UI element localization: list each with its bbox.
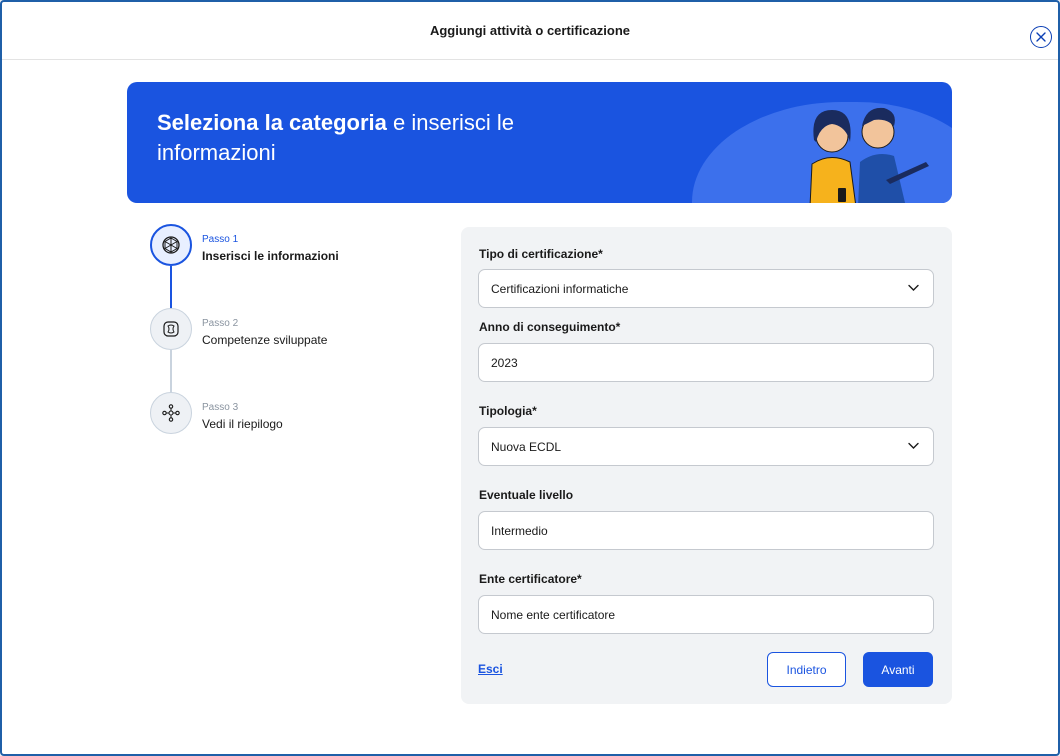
level-input[interactable]: Intermedio	[478, 511, 934, 550]
typology-select[interactable]: Nuova ECDL	[478, 427, 934, 466]
step-3-label: Vedi il riepilogo	[202, 417, 283, 431]
step-1-number: Passo 1	[202, 234, 239, 245]
year-value: 2023	[491, 355, 518, 370]
network-icon	[162, 404, 180, 422]
step-3-text: Passo 3 Vedi il riepilogo	[202, 402, 283, 431]
step-1-label: Inserisci le informazioni	[202, 249, 339, 263]
step-1-text: Passo 1 Inserisci le informazioni	[202, 234, 339, 263]
back-button[interactable]: Indietro	[767, 652, 846, 687]
modal-dialog: Aggiungi attività o certificazione Selez…	[0, 0, 1060, 756]
step-2[interactable]: Passo 2 Competenze sviluppate	[150, 308, 410, 354]
modal-title: Aggiungi attività o certificazione	[429, 23, 631, 38]
certification-type-label: Tipo di certificazione*	[479, 247, 603, 261]
year-label: Anno di conseguimento*	[479, 320, 621, 334]
step-2-text: Passo 2 Competenze sviluppate	[202, 318, 327, 347]
close-button[interactable]	[1030, 26, 1052, 48]
chevron-down-icon	[908, 284, 919, 291]
step-connector-2	[170, 350, 172, 394]
step-connector-1	[170, 266, 172, 310]
year-input[interactable]: 2023	[478, 343, 934, 382]
certifier-input[interactable]: Nome ente certificatore	[478, 595, 934, 634]
step-3-circle	[150, 392, 192, 434]
close-icon	[1036, 32, 1046, 42]
certifier-value: Nome ente certificatore	[491, 607, 616, 622]
people-illustration	[809, 107, 929, 203]
level-value: Intermedio	[491, 523, 548, 538]
cube-icon	[162, 236, 180, 254]
step-3-number: Passo 3	[202, 402, 239, 413]
step-2-label: Competenze sviluppate	[202, 333, 328, 347]
header-banner: Seleziona la categoria e inserisci le in…	[127, 82, 952, 203]
typology-value: Nuova ECDL	[491, 439, 562, 454]
skills-icon	[163, 321, 179, 337]
chevron-down-icon	[908, 442, 919, 449]
next-button[interactable]: Avanti	[863, 652, 933, 687]
form-panel: Tipo di certificazione* Certificazioni i…	[461, 227, 952, 704]
step-1[interactable]: Passo 1 Inserisci le informazioni	[150, 224, 410, 270]
modal-header: Aggiungi attività o certificazione	[2, 2, 1058, 60]
exit-link[interactable]: Esci	[478, 662, 503, 676]
certification-type-select[interactable]: Certificazioni informatiche	[478, 269, 934, 308]
step-3[interactable]: Passo 3 Vedi il riepilogo	[150, 392, 410, 438]
step-2-number: Passo 2	[202, 318, 239, 329]
banner-title-bold: Seleziona la categoria	[157, 110, 387, 135]
banner-title: Seleziona la categoria e inserisci le in…	[157, 108, 617, 168]
certification-type-value: Certificazioni informatiche	[491, 281, 629, 296]
step-2-circle	[150, 308, 192, 350]
certifier-label: Ente certificatore*	[479, 572, 582, 586]
typology-label: Tipologia*	[479, 404, 537, 418]
level-label: Eventuale livello	[479, 488, 574, 502]
step-1-circle	[150, 224, 192, 266]
